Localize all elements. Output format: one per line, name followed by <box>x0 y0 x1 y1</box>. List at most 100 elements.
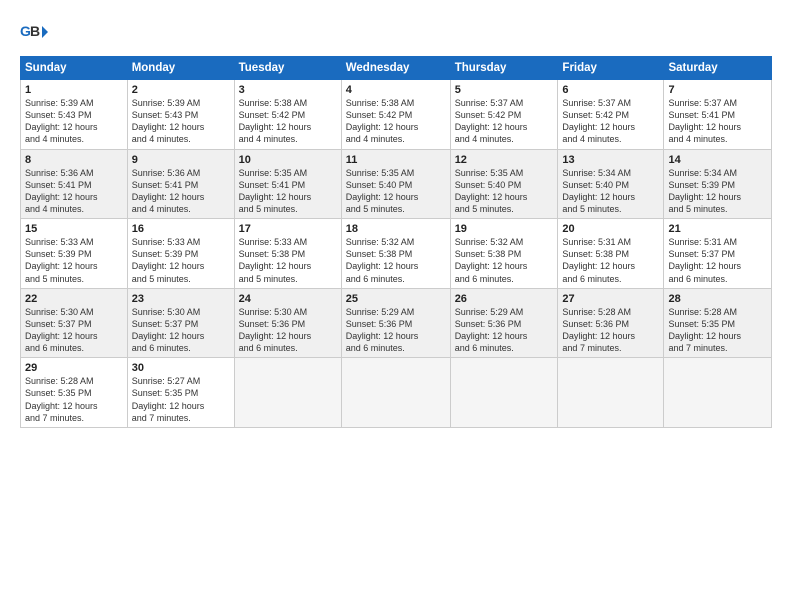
weekday-header: Sunday <box>21 57 128 80</box>
day-number: 18 <box>346 223 446 235</box>
calendar-day-cell: 14 Sunrise: 5:34 AMSunset: 5:39 PMDayligh… <box>664 149 772 219</box>
calendar-week-row: 8 Sunrise: 5:36 AMSunset: 5:41 PMDaylight… <box>21 149 772 219</box>
day-number: 25 <box>346 293 446 305</box>
calendar-week-row: 1 Sunrise: 5:39 AMSunset: 5:43 PMDaylight… <box>21 80 772 150</box>
day-number: 7 <box>668 84 767 96</box>
day-info: Sunrise: 5:34 AMSunset: 5:40 PMDaylight:… <box>562 168 635 214</box>
day-number: 21 <box>668 223 767 235</box>
day-number: 24 <box>239 293 337 305</box>
day-info: Sunrise: 5:35 AMSunset: 5:40 PMDaylight:… <box>455 168 528 214</box>
calendar-day-cell <box>558 358 664 428</box>
calendar-day-cell: 17 Sunrise: 5:33 AMSunset: 5:38 PMDayligh… <box>234 219 341 289</box>
calendar-day-cell: 7 Sunrise: 5:37 AMSunset: 5:41 PMDaylight… <box>664 80 772 150</box>
day-number: 22 <box>25 293 123 305</box>
day-number: 1 <box>25 84 123 96</box>
day-number: 17 <box>239 223 337 235</box>
calendar-week-row: 22 Sunrise: 5:30 AMSunset: 5:37 PMDayligh… <box>21 288 772 358</box>
calendar-day-cell: 23 Sunrise: 5:30 AMSunset: 5:37 PMDayligh… <box>127 288 234 358</box>
day-number: 6 <box>562 84 659 96</box>
calendar-day-cell: 18 Sunrise: 5:32 AMSunset: 5:38 PMDayligh… <box>341 219 450 289</box>
day-number: 10 <box>239 154 337 166</box>
day-number: 5 <box>455 84 554 96</box>
day-number: 20 <box>562 223 659 235</box>
day-info: Sunrise: 5:36 AMSunset: 5:41 PMDaylight:… <box>132 168 205 214</box>
calendar-day-cell: 4 Sunrise: 5:38 AMSunset: 5:42 PMDaylight… <box>341 80 450 150</box>
calendar-day-cell <box>234 358 341 428</box>
day-info: Sunrise: 5:30 AMSunset: 5:37 PMDaylight:… <box>25 307 98 353</box>
day-number: 9 <box>132 154 230 166</box>
calendar-day-cell: 13 Sunrise: 5:34 AMSunset: 5:40 PMDayligh… <box>558 149 664 219</box>
calendar-day-cell <box>341 358 450 428</box>
day-info: Sunrise: 5:39 AMSunset: 5:43 PMDaylight:… <box>25 98 98 144</box>
calendar-week-row: 29 Sunrise: 5:28 AMSunset: 5:35 PMDayligh… <box>21 358 772 428</box>
calendar-day-cell: 5 Sunrise: 5:37 AMSunset: 5:42 PMDaylight… <box>450 80 558 150</box>
calendar-day-cell: 22 Sunrise: 5:30 AMSunset: 5:37 PMDayligh… <box>21 288 128 358</box>
weekday-header: Friday <box>558 57 664 80</box>
day-info: Sunrise: 5:31 AMSunset: 5:38 PMDaylight:… <box>562 237 635 283</box>
day-info: Sunrise: 5:33 AMSunset: 5:39 PMDaylight:… <box>132 237 205 283</box>
calendar-day-cell: 25 Sunrise: 5:29 AMSunset: 5:36 PMDayligh… <box>341 288 450 358</box>
logo: G B <box>20 18 52 46</box>
day-number: 27 <box>562 293 659 305</box>
day-info: Sunrise: 5:34 AMSunset: 5:39 PMDaylight:… <box>668 168 741 214</box>
day-info: Sunrise: 5:28 AMSunset: 5:35 PMDaylight:… <box>25 376 98 422</box>
header: G B <box>20 18 772 46</box>
weekday-header: Monday <box>127 57 234 80</box>
day-number: 4 <box>346 84 446 96</box>
calendar-day-cell <box>664 358 772 428</box>
day-info: Sunrise: 5:27 AMSunset: 5:35 PMDaylight:… <box>132 376 205 422</box>
calendar-day-cell: 29 Sunrise: 5:28 AMSunset: 5:35 PMDayligh… <box>21 358 128 428</box>
day-info: Sunrise: 5:37 AMSunset: 5:42 PMDaylight:… <box>562 98 635 144</box>
day-info: Sunrise: 5:36 AMSunset: 5:41 PMDaylight:… <box>25 168 98 214</box>
weekday-header-row: SundayMondayTuesdayWednesdayThursdayFrid… <box>21 57 772 80</box>
day-number: 14 <box>668 154 767 166</box>
day-info: Sunrise: 5:38 AMSunset: 5:42 PMDaylight:… <box>346 98 419 144</box>
day-number: 26 <box>455 293 554 305</box>
day-number: 8 <box>25 154 123 166</box>
calendar-day-cell: 15Sunrise: 5:33 AMSunset: 5:39 PMDayligh… <box>21 219 128 289</box>
day-number: 19 <box>455 223 554 235</box>
day-number: 15 <box>25 223 123 235</box>
calendar-day-cell: 30 Sunrise: 5:27 AMSunset: 5:35 PMDayligh… <box>127 358 234 428</box>
logo-icon: G B <box>20 18 48 46</box>
day-number: 13 <box>562 154 659 166</box>
day-info: Sunrise: 5:32 AMSunset: 5:38 PMDaylight:… <box>455 237 528 283</box>
day-number: 29 <box>25 362 123 374</box>
day-info: Sunrise: 5:30 AMSunset: 5:37 PMDaylight:… <box>132 307 205 353</box>
day-info: Sunrise: 5:35 AMSunset: 5:41 PMDaylight:… <box>239 168 312 214</box>
day-info: Sunrise: 5:33 AMSunset: 5:38 PMDaylight:… <box>239 237 312 283</box>
weekday-header: Tuesday <box>234 57 341 80</box>
calendar-day-cell: 2Sunrise: 5:39 AMSunset: 5:43 PMDaylight… <box>127 80 234 150</box>
calendar-table: SundayMondayTuesdayWednesdayThursdayFrid… <box>20 56 772 428</box>
day-number: 2 <box>132 84 230 96</box>
calendar-page: G B SundayMondayTuesdayWednesdayThursday… <box>0 0 792 612</box>
calendar-day-cell: 9 Sunrise: 5:36 AMSunset: 5:41 PMDaylight… <box>127 149 234 219</box>
day-info: Sunrise: 5:29 AMSunset: 5:36 PMDaylight:… <box>455 307 528 353</box>
day-info: Sunrise: 5:29 AMSunset: 5:36 PMDaylight:… <box>346 307 419 353</box>
weekday-header: Saturday <box>664 57 772 80</box>
day-info: Sunrise: 5:30 AMSunset: 5:36 PMDaylight:… <box>239 307 312 353</box>
day-number: 30 <box>132 362 230 374</box>
day-number: 16 <box>132 223 230 235</box>
day-info: Sunrise: 5:37 AMSunset: 5:41 PMDaylight:… <box>668 98 741 144</box>
weekday-header: Thursday <box>450 57 558 80</box>
calendar-day-cell: 1 Sunrise: 5:39 AMSunset: 5:43 PMDaylight… <box>21 80 128 150</box>
calendar-day-cell: 24 Sunrise: 5:30 AMSunset: 5:36 PMDayligh… <box>234 288 341 358</box>
calendar-day-cell <box>450 358 558 428</box>
svg-text:B: B <box>30 23 40 39</box>
calendar-week-row: 15 Sunrise: 5:33 AMSunset: 5:39 PMDayligh… <box>21 219 772 289</box>
day-number: 11 <box>346 154 446 166</box>
day-info: Sunrise: 5:28 AMSunset: 5:35 PMDaylight:… <box>668 307 741 353</box>
calendar-day-cell: 12Sunrise: 5:35 AMSunset: 5:40 PMDayligh… <box>450 149 558 219</box>
day-info: Sunrise: 5:32 AMSunset: 5:38 PMDaylight:… <box>346 237 419 283</box>
day-info: Sunrise: 5:28 AMSunset: 5:36 PMDaylight:… <box>562 307 635 353</box>
weekday-header: Wednesday <box>341 57 450 80</box>
day-info: Sunrise: 5:37 AMSunset: 5:42 PMDaylight:… <box>455 98 528 144</box>
day-info: Sunrise: 5:35 AMSunset: 5:40 PMDaylight:… <box>346 168 419 214</box>
calendar-day-cell: 20 Sunrise: 5:31 AMSunset: 5:38 PMDayligh… <box>558 219 664 289</box>
calendar-day-cell: 11 Sunrise: 5:35 AMSunset: 5:40 PMDayligh… <box>341 149 450 219</box>
day-number: 3 <box>239 84 337 96</box>
calendar-day-cell: 27 Sunrise: 5:28 AMSunset: 5:36 PMDayligh… <box>558 288 664 358</box>
day-number: 23 <box>132 293 230 305</box>
calendar-day-cell: 26 Sunrise: 5:29 AMSunset: 5:36 PMDayligh… <box>450 288 558 358</box>
